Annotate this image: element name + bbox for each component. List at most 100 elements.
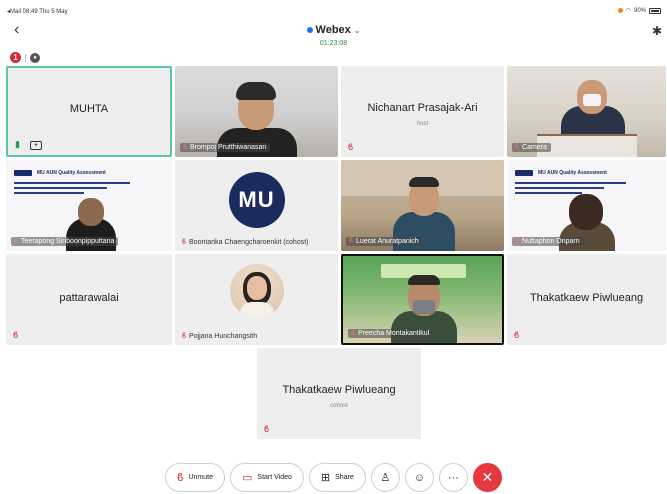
mic-muted-icon: ϐ — [348, 142, 354, 152]
status-bar-left: ◂Mail 08:49 Thu 5 May — [7, 9, 68, 15]
wifi-icon: ◠ — [625, 8, 631, 14]
end-call-button[interactable]: ✕ — [472, 463, 502, 492]
participant-name: Thakatkaew Piwlueang — [282, 384, 396, 397]
reactions-button[interactable]: ☺ — [404, 463, 434, 492]
slide-body — [515, 182, 627, 197]
participant-tile[interactable]: MU AUN Quality Assessment ϐ Nuttaphon On… — [507, 160, 666, 251]
participant-label: ϐ Luerat Anuratpanich — [346, 237, 423, 246]
orange-dot-icon — [617, 8, 623, 13]
indicator-divider — [25, 53, 26, 62]
podium-desk — [537, 134, 637, 157]
participant-label: ϐ Nuttaphon Onparn — [512, 237, 584, 246]
participant-hair — [408, 275, 440, 285]
participant-hair — [236, 82, 276, 100]
participant-tile[interactable]: Nichanart Prasajak-Ari host ϐ — [341, 66, 504, 157]
participant-name: Nuttaphon Onparn — [522, 238, 580, 245]
participant-tile[interactable]: MUHTA ▮ + — [6, 66, 172, 157]
share-button[interactable]: ⊞ Share — [308, 463, 366, 492]
participant-tile[interactable]: ϐ Luerat Anuratpanich — [341, 160, 504, 251]
participant-tile[interactable]: MU AUN Quality Assessment ϐ Teerapong Si… — [6, 160, 172, 251]
participant-name: pattarawalai — [59, 292, 119, 305]
chevron-down-icon: ⌄ — [353, 25, 361, 35]
more-icon: ··· — [447, 471, 459, 484]
participant-face — [246, 276, 267, 300]
participant-avatar — [229, 264, 284, 318]
face-mask — [413, 300, 435, 314]
meeting-controls: ϐ Unmute ▭ Start Video ⊞ Share ♙ ☺ ··· ✕ — [0, 463, 667, 492]
lock-icon[interactable]: ● — [30, 52, 40, 63]
mic-muted-icon: ϐ — [177, 471, 184, 484]
participant-name: Luerat Anuratpanich — [356, 238, 419, 245]
reactions-icon: ☺ — [413, 471, 425, 484]
mic-muted-icon: ϐ — [182, 333, 187, 340]
participant-role: host — [416, 120, 429, 127]
slide-title: MU AUN Quality Assessment — [37, 170, 106, 176]
participant-label: ϐ Boontarika Chaengcharoenkit (cohost) — [182, 239, 309, 246]
face-mask — [583, 94, 601, 106]
slide-header: MU AUN Quality Assessment — [14, 168, 164, 178]
share-label: Share — [335, 474, 354, 481]
meeting-title-text: Webex — [315, 24, 351, 36]
battery-icon — [649, 7, 661, 14]
participant-hair — [409, 177, 439, 187]
share-screen-icon: ⊞ — [320, 472, 331, 484]
participant-face — [78, 198, 104, 226]
participant-tile[interactable]: Thakatkaew Piwlueang cohost ϐ — [257, 348, 421, 439]
more-options-button[interactable]: ··· — [438, 463, 468, 492]
participant-face — [569, 194, 603, 230]
participant-name: Pojjana Hunchangsith — [189, 333, 258, 340]
participant-tile[interactable]: pattarawalai ϐ — [6, 254, 172, 345]
mic-muted-icon: ϐ — [514, 330, 520, 340]
participant-tile[interactable]: MU ϐ Boontarika Chaengcharoenkit (cohost… — [175, 160, 338, 251]
unmute-button[interactable]: ϐ Unmute — [165, 463, 225, 492]
participant-name: Preecha Montakantikul — [358, 330, 430, 337]
participant-name: Teerapong Siriboonpipputtana — [21, 238, 115, 245]
mic-muted-icon: ϐ — [264, 424, 270, 434]
screen-share-icon: + — [30, 141, 42, 150]
mu-slide-logo-icon — [515, 170, 533, 176]
meeting-timer: 01:23:08 — [319, 40, 348, 47]
meeting-indicators: 1 ● — [10, 52, 40, 63]
participant-tile[interactable]: ϐ Pojjana Hunchangsith — [175, 254, 338, 345]
participant-tile[interactable]: ϐ Preecha Montakantikul — [341, 254, 504, 345]
slide-title: MU AUN Quality Assessment — [538, 170, 607, 176]
mic-muted-icon: ϐ — [351, 330, 356, 337]
mic-muted-icon: ϐ — [182, 239, 187, 246]
participant-label: ϐ Camera — [512, 143, 551, 152]
participant-tile[interactable]: ϐ Brompoj Prutthiwanasan — [175, 66, 338, 157]
participant-name: Nichanart Prasajak-Ari — [367, 102, 478, 115]
participant-name: Boontarika Chaengcharoenkit (cohost) — [189, 239, 309, 246]
alert-badge[interactable]: 1 — [10, 52, 21, 63]
participant-name: Thakatkaew Piwlueang — [529, 292, 644, 305]
bluetooth-icon[interactable]: ✱ — [652, 24, 662, 38]
mic-on-icon: ▮ — [15, 139, 20, 149]
meeting-header: Webex ⌄ 01:23:08 — [0, 20, 667, 47]
participants-icon: ♙ — [380, 472, 391, 484]
mic-muted-icon: ϐ — [13, 330, 19, 340]
battery-percent: 90% — [633, 7, 646, 14]
start-video-button[interactable]: ▭ Start Video — [230, 463, 304, 492]
participant-video — [391, 311, 457, 343]
mu-slide-logo-icon — [14, 170, 32, 176]
mahidol-university-logo: MU — [228, 172, 285, 228]
mic-muted-icon: ϐ — [349, 238, 354, 245]
participant-label: ϐ Teerapong Siriboonpipputtana — [11, 237, 119, 246]
start-video-label: Start Video — [257, 474, 292, 481]
status-bar-right: ◠ 90% — [617, 7, 661, 14]
mic-muted-icon: ϐ — [14, 238, 19, 245]
meeting-title[interactable]: Webex ⌄ — [306, 24, 361, 36]
mic-muted-icon: ϐ — [183, 144, 188, 151]
participant-tile[interactable]: ϐ Camera — [507, 66, 666, 157]
participant-label: ϐ Preecha Montakantikul — [348, 329, 434, 338]
participant-name: MUHTA — [69, 102, 109, 115]
video-off-icon: ▭ — [242, 472, 253, 484]
participant-name: Brompoj Prutthiwanasan — [190, 144, 267, 151]
participant-tile[interactable]: Thakatkaew Piwlueang ϐ — [507, 254, 666, 345]
participant-body — [239, 302, 274, 318]
participant-label: ϐ Pojjana Hunchangsith — [182, 333, 257, 340]
unmute-label: Unmute — [188, 474, 213, 481]
participant-role: cohost — [330, 402, 348, 409]
slide-body — [14, 182, 131, 197]
close-icon: ✕ — [481, 469, 494, 485]
participants-button[interactable]: ♙ — [370, 463, 400, 492]
